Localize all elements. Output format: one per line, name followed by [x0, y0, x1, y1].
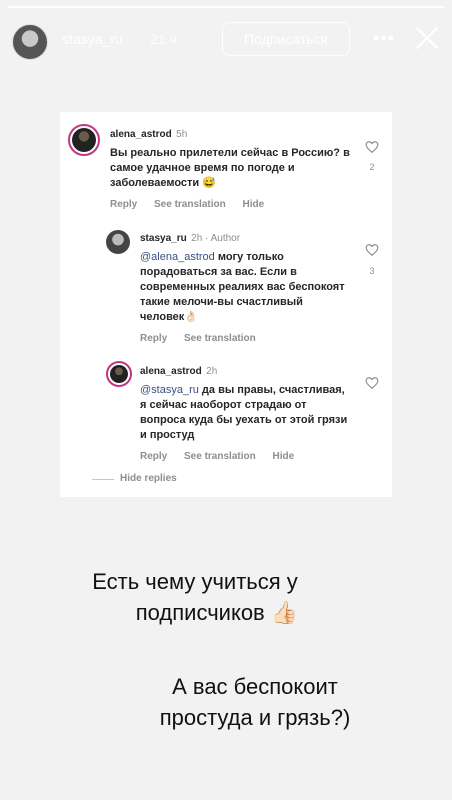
story-header: stasya_ru 21 ч. Подписаться ••• [0, 16, 452, 64]
subscribe-button[interactable]: Подписаться [222, 22, 350, 56]
mention-link[interactable]: @alena_astrod [140, 251, 215, 263]
close-icon[interactable] [412, 23, 442, 53]
see-translation-button[interactable]: See translation [154, 199, 226, 210]
reply-button[interactable]: Reply [110, 199, 137, 210]
hide-replies-divider [92, 479, 114, 480]
more-options-icon[interactable]: ••• [370, 24, 398, 52]
heart-icon[interactable] [365, 140, 379, 154]
comment-username[interactable]: alena_astrod [140, 366, 202, 377]
hide-button[interactable]: Hide [243, 199, 265, 210]
comment-time: 2h · Author [191, 233, 241, 244]
reply-button[interactable]: Reply [140, 333, 167, 344]
comment-time: 2h [206, 366, 218, 377]
comment-time: 5h [176, 129, 188, 140]
heart-icon[interactable] [365, 376, 379, 390]
see-translation-button[interactable]: See translation [184, 451, 256, 462]
reply-button[interactable]: Reply [140, 451, 167, 462]
comment-text: @alena_astrod могу только порадоваться з… [140, 251, 345, 323]
comment-username[interactable]: stasya_ru [140, 233, 187, 244]
avatar[interactable] [12, 24, 48, 60]
comment-text: Вы реально прилетели сейчас в Россию? в … [110, 147, 350, 189]
post-time: 21 ч. [150, 31, 181, 47]
like-count: 3 [369, 266, 375, 276]
heart-icon[interactable] [365, 243, 379, 257]
see-translation-button[interactable]: See translation [184, 333, 256, 344]
comment-avatar[interactable] [68, 124, 100, 156]
hide-button[interactable]: Hide [273, 451, 295, 462]
like-count: 2 [369, 162, 375, 172]
comment-username[interactable]: alena_astrod [110, 129, 172, 140]
hide-replies-button[interactable]: Hide replies [120, 473, 177, 484]
username[interactable]: stasya_ru [62, 31, 123, 47]
story-caption-2: А вас беспокоит простуда и грязь?) [159, 674, 351, 730]
mention-link[interactable]: @stasya_ru [140, 384, 199, 396]
story-caption-1: Есть чему учиться у подписчиков 👍🏻 [92, 569, 299, 625]
story-progress-bar [8, 6, 444, 8]
comment-avatar[interactable] [106, 361, 132, 387]
comment-avatar[interactable] [106, 230, 130, 254]
comments-screenshot: alena_astrod 5h Вы реально прилетели сей… [60, 112, 392, 497]
comment-text: @stasya_ru да вы правы, счастливая, я се… [140, 384, 348, 441]
